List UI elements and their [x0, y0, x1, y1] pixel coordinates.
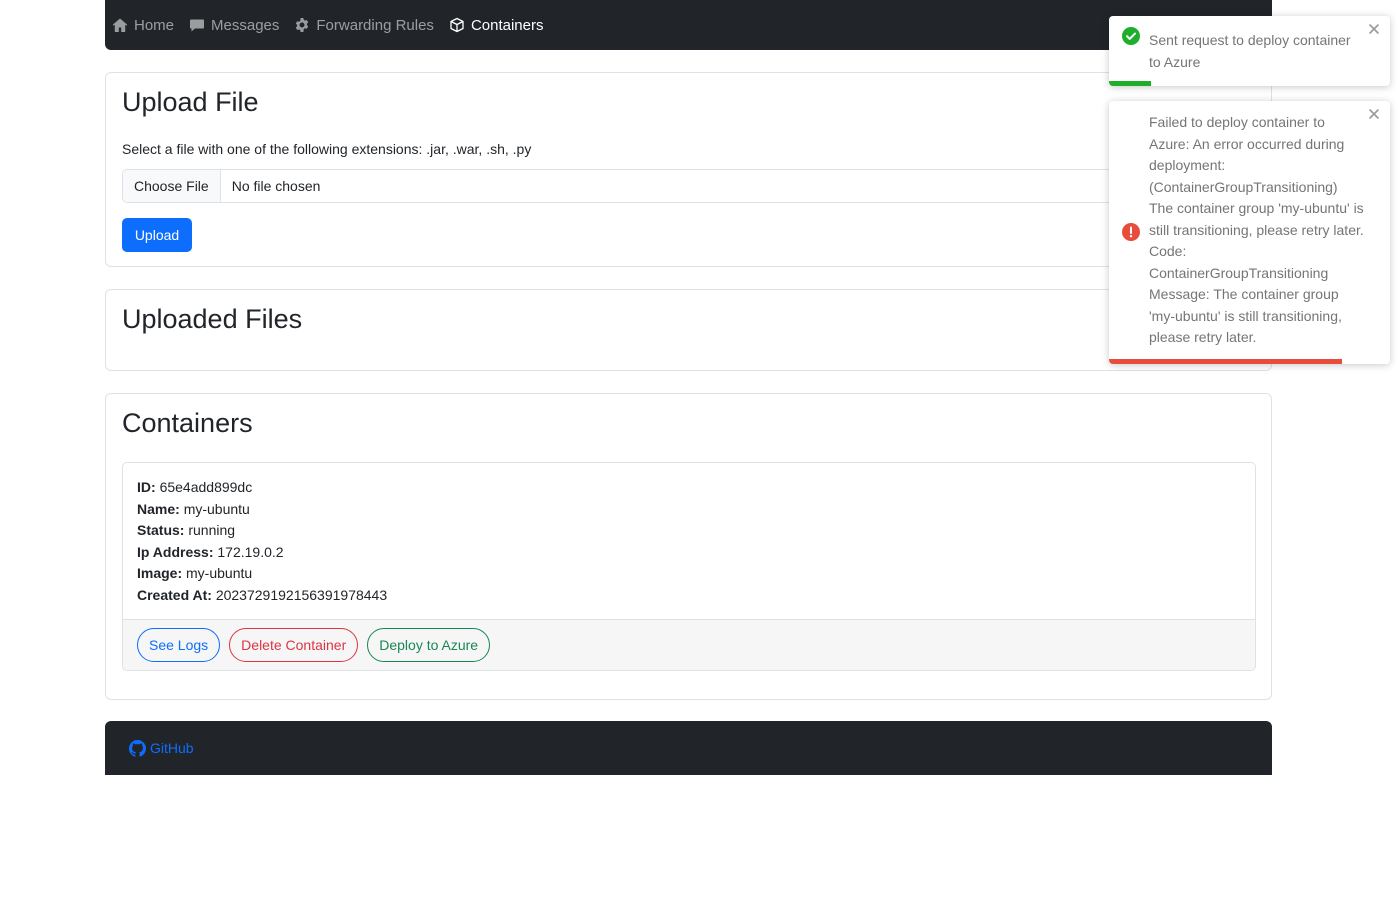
- close-icon[interactable]: [1367, 107, 1381, 121]
- container-actions: See Logs Delete Container Deploy to Azur…: [123, 619, 1255, 670]
- github-link[interactable]: GitHub: [129, 739, 194, 757]
- container-name-value: my-ubuntu: [183, 500, 250, 517]
- nav-item-forwarding-rules[interactable]: Forwarding Rules: [294, 0, 434, 50]
- nav-item-containers[interactable]: Containers: [449, 0, 544, 50]
- container-item: ID: 65e4add899dc Name: my-ubuntu Status:…: [122, 462, 1256, 671]
- house-icon: [112, 18, 128, 32]
- deploy-to-azure-button[interactable]: Deploy to Azure: [367, 628, 491, 662]
- error-toast: Failed to deploy container to Azure: An …: [1109, 101, 1390, 364]
- container-created-value: 2023729192156391978443: [215, 586, 388, 603]
- close-icon[interactable]: [1367, 22, 1381, 36]
- file-status: No file chosen: [231, 178, 321, 194]
- success-toast-message: Sent request to deploy container to Azur…: [1149, 32, 1351, 70]
- container-name-row: Name: my-ubuntu: [137, 499, 1241, 521]
- github-label: GitHub: [150, 740, 194, 756]
- upload-card: Upload File Select a file with one of th…: [105, 72, 1272, 267]
- nav-item-label: Home: [134, 16, 175, 34]
- nav-item-messages[interactable]: Messages: [189, 0, 279, 50]
- container-ip-label: Ip Address:: [137, 543, 214, 560]
- containers-title: Containers: [122, 408, 253, 438]
- uploaded-files-card: Uploaded Files: [105, 289, 1272, 371]
- container-id-label: ID:: [137, 479, 156, 495]
- chat-bubble-icon: [190, 19, 205, 32]
- upload-button[interactable]: Upload: [122, 218, 192, 252]
- delete-container-button[interactable]: Delete Container: [229, 628, 359, 662]
- upload-title: Upload File: [122, 87, 259, 117]
- nav-item-label: Messages: [211, 16, 280, 34]
- container-created-row: Created At: 2023729192156391978443: [137, 585, 1241, 607]
- container-image-value: my-ubuntu: [186, 565, 253, 582]
- box-icon: [450, 17, 464, 33]
- nav-item-label: Forwarding Rules: [316, 16, 434, 34]
- container-id-row: ID: 65e4add899dc: [137, 477, 1241, 499]
- container-status-value: running: [188, 522, 236, 539]
- containers-card: Containers ID: 65e4add899dc Name: my-ubu…: [105, 393, 1272, 700]
- github-icon: [129, 739, 146, 757]
- container-name-label: Name:: [137, 500, 180, 517]
- footer: GitHub: [105, 721, 1272, 775]
- container-details: ID: 65e4add899dc Name: my-ubuntu Status:…: [123, 463, 1255, 607]
- see-logs-button[interactable]: See Logs: [137, 628, 221, 662]
- nav-item-home[interactable]: Home: [112, 0, 174, 50]
- error-toast-progress: [1109, 359, 1343, 364]
- file-input[interactable]: Choose File No file chosen: [122, 169, 1256, 203]
- gear-icon: [296, 18, 309, 32]
- check-circle-icon: [1122, 27, 1140, 45]
- container-ip-row: Ip Address: 172.19.0.2: [137, 542, 1241, 564]
- exclamation-circle-icon: [1122, 223, 1140, 241]
- uploaded-files-title: Uploaded Files: [122, 304, 303, 334]
- choose-file-button[interactable]: Choose File: [123, 170, 221, 202]
- container-ip-value: 172.19.0.2: [217, 543, 284, 560]
- nav-item-label: Containers: [470, 16, 544, 34]
- upload-hint: Select a file with one of the following …: [122, 141, 532, 157]
- container-status-label: Status:: [137, 522, 185, 539]
- success-toast-progress: [1109, 81, 1152, 86]
- container-id-value: 65e4add899dc: [159, 479, 253, 495]
- error-toast-message: Failed to deploy container to Azure: An …: [1149, 114, 1364, 345]
- container-image-label: Image:: [137, 565, 183, 582]
- container-created-label: Created At:: [137, 586, 212, 603]
- container-status-row: Status: running: [137, 520, 1241, 542]
- container-image-row: Image: my-ubuntu: [137, 563, 1241, 585]
- success-toast: Sent request to deploy container to Azur…: [1109, 16, 1390, 86]
- navbar: Home Messages Forwarding Rules Container…: [105, 0, 1272, 50]
